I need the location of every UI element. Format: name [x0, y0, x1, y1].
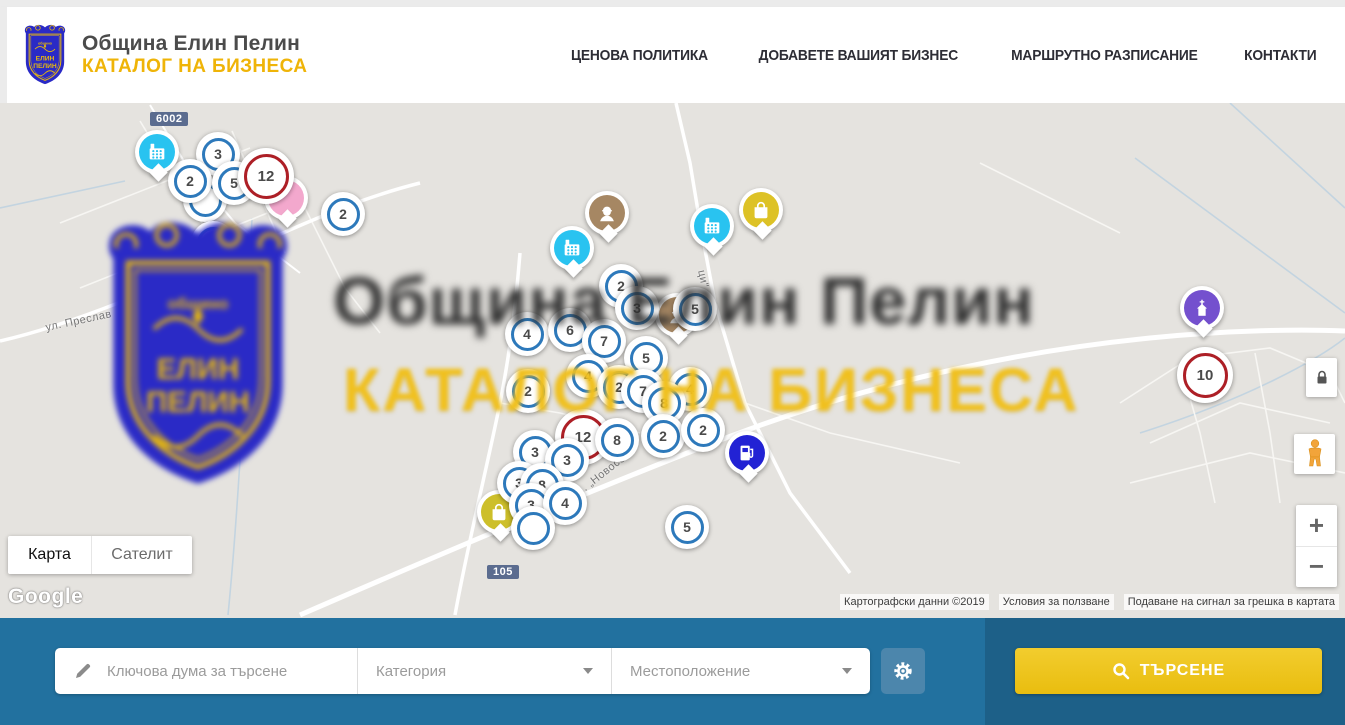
attribution-link[interactable]: Подаване на сигнал за грешка в картата [1124, 594, 1339, 610]
lock-control-button[interactable] [1306, 358, 1337, 397]
keyword-search-input[interactable] [105, 662, 339, 681]
nav-item-add-business[interactable]: ДОБАВЕТЕ ВАШИЯТ БИЗНЕС [759, 47, 958, 64]
lock-icon [1315, 369, 1329, 386]
map-cluster-marker[interactable]: 5 [673, 287, 717, 331]
cluster-count: 4 [511, 318, 544, 351]
cluster-count: 10 [1183, 353, 1228, 398]
chevron-down-icon [583, 668, 593, 674]
zoom-control: + − [1296, 505, 1337, 587]
keyword-segment [55, 648, 358, 694]
map-pin-bag-icon[interactable] [739, 188, 785, 237]
map-cluster-marker[interactable]: 12 [238, 148, 294, 204]
map-cluster-marker[interactable] [191, 221, 235, 265]
cluster-count: 5 [679, 293, 712, 326]
location-dropdown-label: Местоположение [630, 663, 750, 680]
category-dropdown-label: Категория [376, 663, 446, 680]
search-bar: Категория Местоположение ТЪРСЕНЕ [0, 618, 1345, 725]
cluster-count [197, 227, 230, 260]
gear-icon [892, 660, 914, 682]
pegman-button[interactable] [1294, 434, 1335, 474]
google-logo[interactable]: Google [8, 585, 83, 609]
attribution-text: Картографски данни ©2019 [840, 594, 989, 610]
advanced-settings-button[interactable] [881, 648, 925, 694]
map-pin-fuel-icon[interactable] [725, 431, 771, 480]
location-dropdown[interactable]: Местоположение [612, 648, 870, 694]
attribution-link[interactable]: Условия за ползване [999, 594, 1114, 610]
nav-item-schedule[interactable]: МАРШРУТНО РАЗПИСАНИЕ [1011, 47, 1198, 64]
nav-item-contacts[interactable]: КОНТАКТИ [1245, 47, 1317, 64]
map-cluster-marker[interactable]: 3 [615, 286, 659, 330]
chevron-down-icon [842, 668, 852, 674]
cluster-count: 5 [671, 511, 704, 544]
header-left-gap [0, 7, 7, 103]
site-title: Община Елин Пелин [82, 32, 307, 56]
map-pin-factory-icon[interactable] [550, 226, 596, 275]
cluster-count: 7 [588, 325, 621, 358]
municipality-crest-icon [20, 23, 70, 86]
cluster-count: 3 [621, 292, 654, 325]
site-logo[interactable]: Община Елин Пелин КАТАЛОГ НА БИЗНЕСА [20, 23, 307, 86]
zoom-out-button[interactable]: − [1296, 547, 1337, 588]
map-view-button[interactable]: Карта [8, 536, 92, 574]
map-pin-factory-icon[interactable] [690, 204, 736, 253]
map-cluster-marker[interactable]: 2 [681, 408, 725, 452]
map-markers-layer: 325122235467542748222128333834510 [0, 103, 1345, 618]
satellite-view-button[interactable]: Сателит [92, 536, 192, 574]
map-cluster-marker[interactable]: 5 [665, 505, 709, 549]
cluster-count: 8 [601, 424, 634, 457]
map-cluster-marker[interactable] [511, 506, 555, 550]
map-cluster-marker[interactable]: 2 [641, 414, 685, 458]
search-button[interactable]: ТЪРСЕНЕ [1015, 648, 1322, 694]
cluster-count: 4 [549, 487, 582, 520]
search-icon [1112, 662, 1130, 680]
header: Община Елин Пелин КАТАЛОГ НА БИЗНЕСА ЦЕН… [0, 7, 1345, 104]
map-cluster-marker[interactable]: 4 [505, 312, 549, 356]
map-attribution: Картографски данни ©2019 Условия за ползв… [840, 594, 1339, 610]
cluster-count: 2 [512, 375, 545, 408]
map-cluster-marker[interactable]: 2 [506, 369, 550, 413]
cluster-count [517, 512, 550, 545]
map-cluster-marker[interactable]: 2 [321, 192, 365, 236]
search-input-group: Категория Местоположение [55, 648, 870, 694]
cluster-count: 2 [647, 420, 680, 453]
nav-item-pricing[interactable]: ЦЕНОВА ПОЛИТИКА [571, 47, 708, 64]
page: Община Елин Пелин КАТАЛОГ НА БИЗНЕСА ЦЕН… [0, 0, 1345, 725]
cluster-count: 2 [327, 198, 360, 231]
map-pin-church-icon[interactable] [1180, 286, 1226, 335]
map-cluster-marker[interactable]: 10 [1177, 347, 1233, 403]
search-button-label: ТЪРСЕНЕ [1140, 662, 1225, 680]
map-canvas[interactable]: ул. Преславбул. „Новоселци"6002105 32512… [0, 103, 1345, 618]
map-cluster-marker[interactable]: 8 [595, 418, 639, 462]
zoom-in-button[interactable]: + [1296, 505, 1337, 547]
pegman-icon [1304, 439, 1326, 469]
map-type-control: Карта Сателит [8, 536, 192, 574]
site-subtitle: КАТАЛОГ НА БИЗНЕСА [82, 56, 307, 78]
category-dropdown[interactable]: Категория [358, 648, 612, 694]
map-pin-factory-icon[interactable] [135, 130, 181, 179]
cluster-count: 12 [244, 154, 289, 199]
main-nav: ЦЕНОВА ПОЛИТИКА ДОБАВЕТЕ ВАШИЯТ БИЗНЕС МАР… [565, 7, 1320, 103]
pencil-icon [73, 661, 93, 681]
cluster-count: 2 [687, 414, 720, 447]
